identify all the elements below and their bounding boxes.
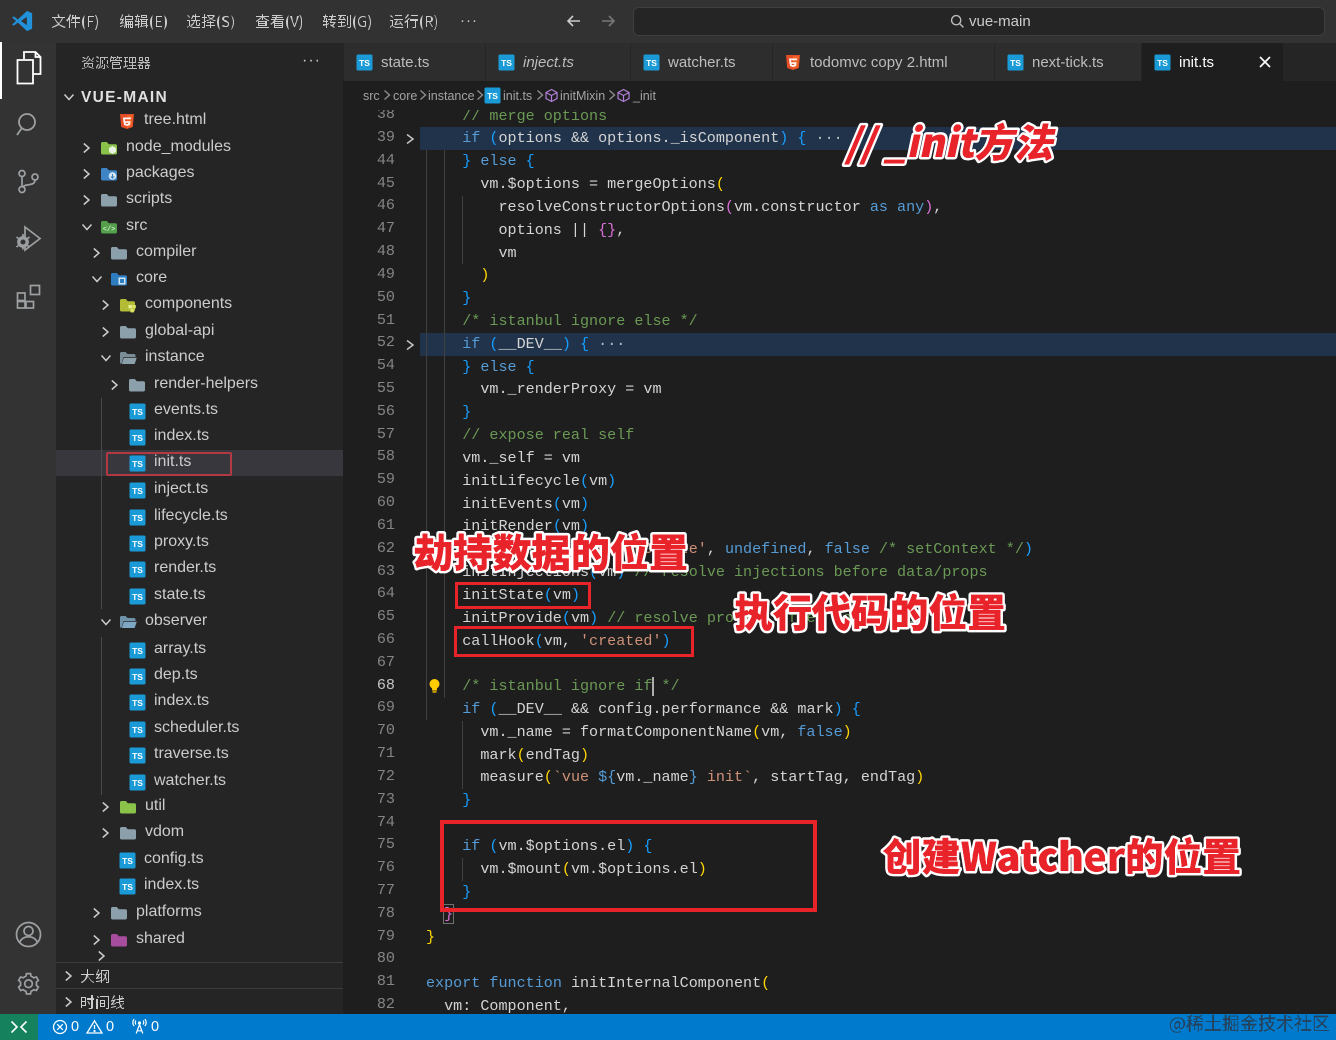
svg-text:TS: TS <box>487 91 498 101</box>
svg-text:</>: </> <box>103 226 116 234</box>
svg-text:TS: TS <box>132 407 143 417</box>
svg-text:TS: TS <box>132 751 143 761</box>
svg-text:TS: TS <box>132 778 143 788</box>
svg-text:TS: TS <box>501 58 512 68</box>
svg-text:TS: TS <box>132 672 143 682</box>
svg-text:TS: TS <box>132 539 143 549</box>
svg-text:TS: TS <box>132 698 143 708</box>
svg-text:TS: TS <box>1010 58 1021 68</box>
svg-text:TS: TS <box>646 58 657 68</box>
svg-text:TS: TS <box>132 513 143 523</box>
svg-text:TS: TS <box>132 486 143 496</box>
svg-text:TS: TS <box>132 646 143 656</box>
svg-text:TS: TS <box>1157 58 1168 68</box>
svg-text:TS: TS <box>122 882 133 892</box>
svg-text:TS: TS <box>359 58 370 68</box>
svg-text:TS: TS <box>132 725 143 735</box>
svg-text:TS: TS <box>132 592 143 602</box>
svg-text:TS: TS <box>122 856 133 866</box>
svg-text:TS: TS <box>132 433 143 443</box>
svg-text:TS: TS <box>132 565 143 575</box>
